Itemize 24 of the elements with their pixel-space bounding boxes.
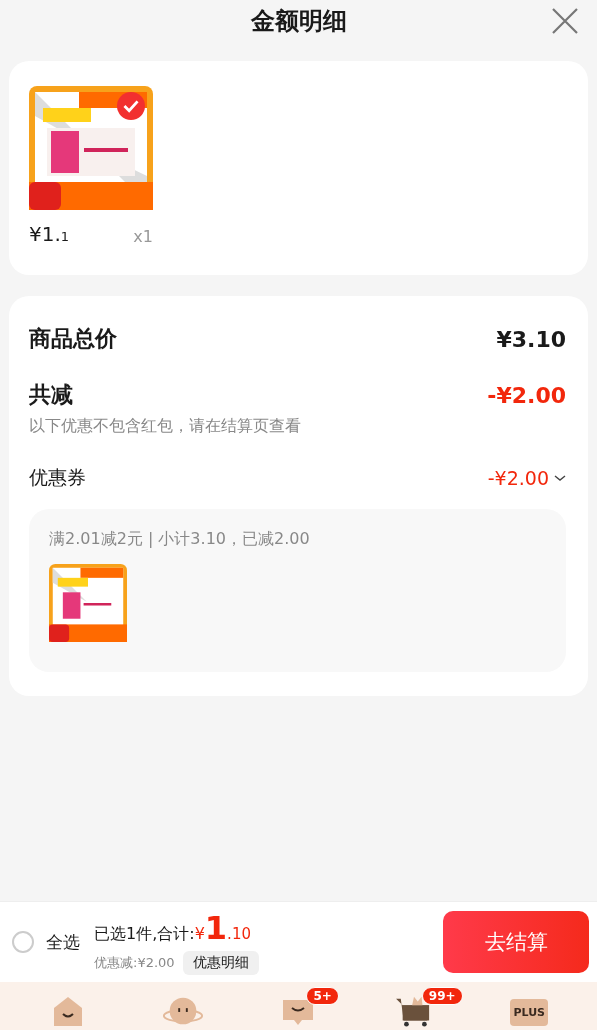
saved-amount: 优惠减:¥2.00 bbox=[94, 954, 175, 972]
coupon-label: 优惠券 bbox=[29, 465, 86, 490]
count-badge: 99+ bbox=[421, 987, 463, 1005]
discount-label: 共减 bbox=[29, 381, 73, 409]
check-icon[interactable] bbox=[117, 92, 145, 120]
select-all-radio[interactable] bbox=[12, 931, 34, 953]
product-quantity: x1 bbox=[133, 227, 153, 246]
select-all-label: 全选 bbox=[46, 930, 80, 954]
checkout-button[interactable]: 去结算 bbox=[443, 911, 589, 973]
coupon-value: -¥2.00 bbox=[487, 467, 549, 489]
chevron-icon[interactable] bbox=[554, 474, 566, 482]
total-value: ¥3.10 bbox=[496, 326, 566, 352]
discount-value: -¥2.00 bbox=[487, 382, 566, 408]
total-amount: ¥1.10 bbox=[194, 909, 251, 947]
page-title: 金额明细 bbox=[250, 6, 347, 37]
close-icon[interactable] bbox=[552, 8, 578, 34]
count-badge: 5+ bbox=[306, 987, 339, 1005]
plus-tab[interactable]: PLUS bbox=[510, 999, 548, 1026]
discount-note: 以下优惠不包含红包，请在结算页查看 bbox=[29, 416, 302, 437]
total-label: 商品总价 bbox=[29, 325, 117, 353]
product-price: ¥1.1 bbox=[29, 222, 70, 246]
selected-summary: 已选1件,合计: bbox=[94, 924, 195, 945]
coupon-detail: 满2.01减2元 | 小计3.10，已减2.00 bbox=[49, 529, 310, 548]
discount-detail-button[interactable]: 优惠明细 bbox=[182, 951, 259, 975]
